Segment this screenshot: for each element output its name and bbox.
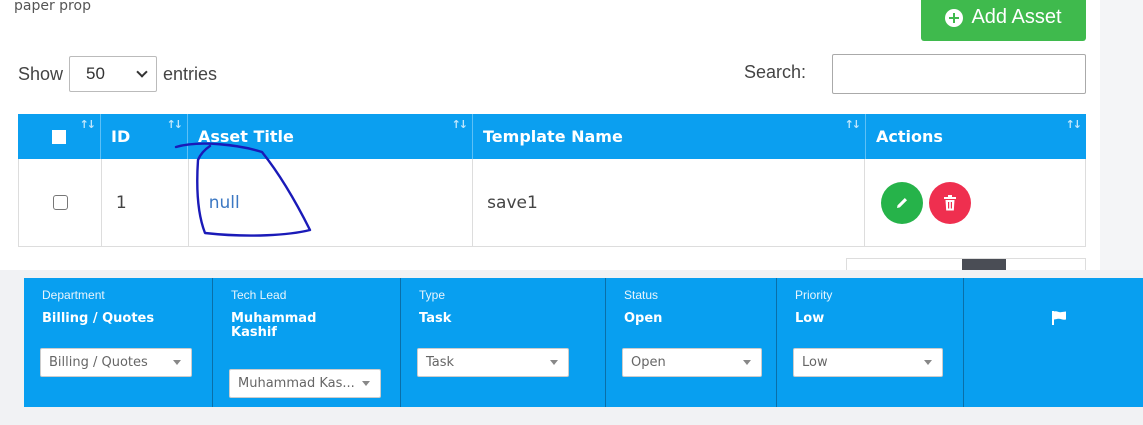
select-value: Low (802, 355, 828, 370)
row-select-cell (19, 159, 102, 246)
ticket-section: Department Billing / Quotes Billing / Qu… (0, 270, 1143, 425)
field-value: Open (624, 311, 663, 326)
column-label: Template Name (483, 127, 623, 146)
ticket-info-bar: Department Billing / Quotes Billing / Qu… (24, 278, 1143, 407)
sort-icon[interactable]: ↑↓ (80, 118, 97, 131)
type-field: Type Task Task (401, 278, 606, 407)
sort-icon[interactable]: ↑↓ (167, 118, 184, 131)
row-template-name: save1 (473, 159, 866, 246)
dropdown-arrow-icon (362, 381, 370, 386)
row-id: 1 (102, 159, 189, 246)
select-all-checkbox[interactable] (52, 129, 66, 144)
assets-table: ↑↓ ID ↑↓ Asset Title ↑↓ Template Name ↑↓… (18, 114, 1086, 247)
column-label: Asset Title (198, 127, 294, 146)
add-asset-label: Add Asset (971, 6, 1062, 28)
column-template-name[interactable]: Template Name ↑↓ (473, 114, 866, 159)
status-select[interactable]: Open (622, 348, 762, 377)
assets-panel: paper prop Add Asset Show 50 entries Sea… (0, 0, 1100, 272)
tech-lead-field: Tech Lead Muhammad Kashif Muhammad Kas..… (213, 278, 401, 407)
flag-icon[interactable] (1051, 310, 1067, 326)
dropdown-arrow-icon (924, 360, 932, 365)
column-label: Actions (876, 127, 943, 146)
column-actions[interactable]: Actions ↑↓ (866, 114, 1086, 159)
status-field: Status Open Open (606, 278, 777, 407)
show-label: Show (18, 63, 64, 84)
table-row: 1 null save1 (18, 159, 1086, 247)
priority-select[interactable]: Low (793, 348, 943, 377)
pencil-icon (897, 197, 908, 208)
delete-button[interactable] (929, 181, 972, 224)
search-label: Search: (744, 62, 807, 82)
department-field: Department Billing / Quotes Billing / Qu… (24, 278, 213, 407)
plus-circle-icon (945, 8, 964, 27)
search-input[interactable] (832, 54, 1086, 94)
row-actions (865, 159, 1085, 246)
type-select[interactable]: Task (417, 348, 569, 377)
select-value: Billing / Quotes (49, 355, 148, 370)
trash-icon (944, 194, 957, 210)
field-label: Department (42, 288, 105, 302)
add-asset-button[interactable]: Add Asset (921, 0, 1086, 41)
column-label: ID (111, 127, 131, 146)
sort-icon[interactable]: ↑↓ (1066, 118, 1083, 131)
select-all-column[interactable]: ↑↓ (18, 114, 101, 159)
field-label: Status (624, 288, 659, 302)
page-length-value: 50 (86, 64, 105, 83)
top-caption: paper prop (14, 0, 91, 14)
select-value: Muhammad Kas... (238, 376, 355, 391)
tech-lead-select[interactable]: Muhammad Kas... (229, 369, 381, 398)
edit-button[interactable] (881, 181, 924, 224)
sort-icon[interactable]: ↑↓ (845, 118, 862, 131)
row-checkbox[interactable] (53, 195, 68, 210)
dropdown-arrow-icon (173, 360, 181, 365)
dropdown-arrow-icon (743, 360, 751, 365)
department-select[interactable]: Billing / Quotes (40, 348, 192, 377)
sort-icon[interactable]: ↑↓ (452, 118, 469, 131)
asset-title-link[interactable]: null (209, 193, 240, 213)
field-value: Billing / Quotes (42, 311, 155, 326)
field-value: Task (419, 311, 452, 326)
field-label: Priority (795, 288, 833, 302)
entries-label: entries (163, 63, 218, 84)
flag-column (964, 278, 1143, 407)
field-label: Tech Lead (231, 288, 287, 302)
select-value: Open (631, 355, 666, 370)
column-id[interactable]: ID ↑↓ (101, 114, 188, 159)
field-value: Low (795, 311, 825, 326)
table-header: ↑↓ ID ↑↓ Asset Title ↑↓ Template Name ↑↓… (18, 114, 1086, 159)
select-value: Task (426, 355, 455, 370)
chevron-down-icon (136, 66, 148, 78)
dropdown-arrow-icon (550, 360, 558, 365)
field-value: Muhammad Kashif (231, 311, 317, 340)
right-gutter (1100, 0, 1143, 270)
page-length-select[interactable]: 50 (69, 56, 158, 92)
field-label: Type (419, 288, 446, 302)
priority-field: Priority Low Low (777, 278, 964, 407)
page-length-control: Show 50 entries (18, 56, 217, 92)
table-body: 1 null save1 (18, 159, 1086, 247)
column-asset-title[interactable]: Asset Title ↑↓ (188, 114, 473, 159)
row-asset-title-cell: null (189, 159, 474, 246)
